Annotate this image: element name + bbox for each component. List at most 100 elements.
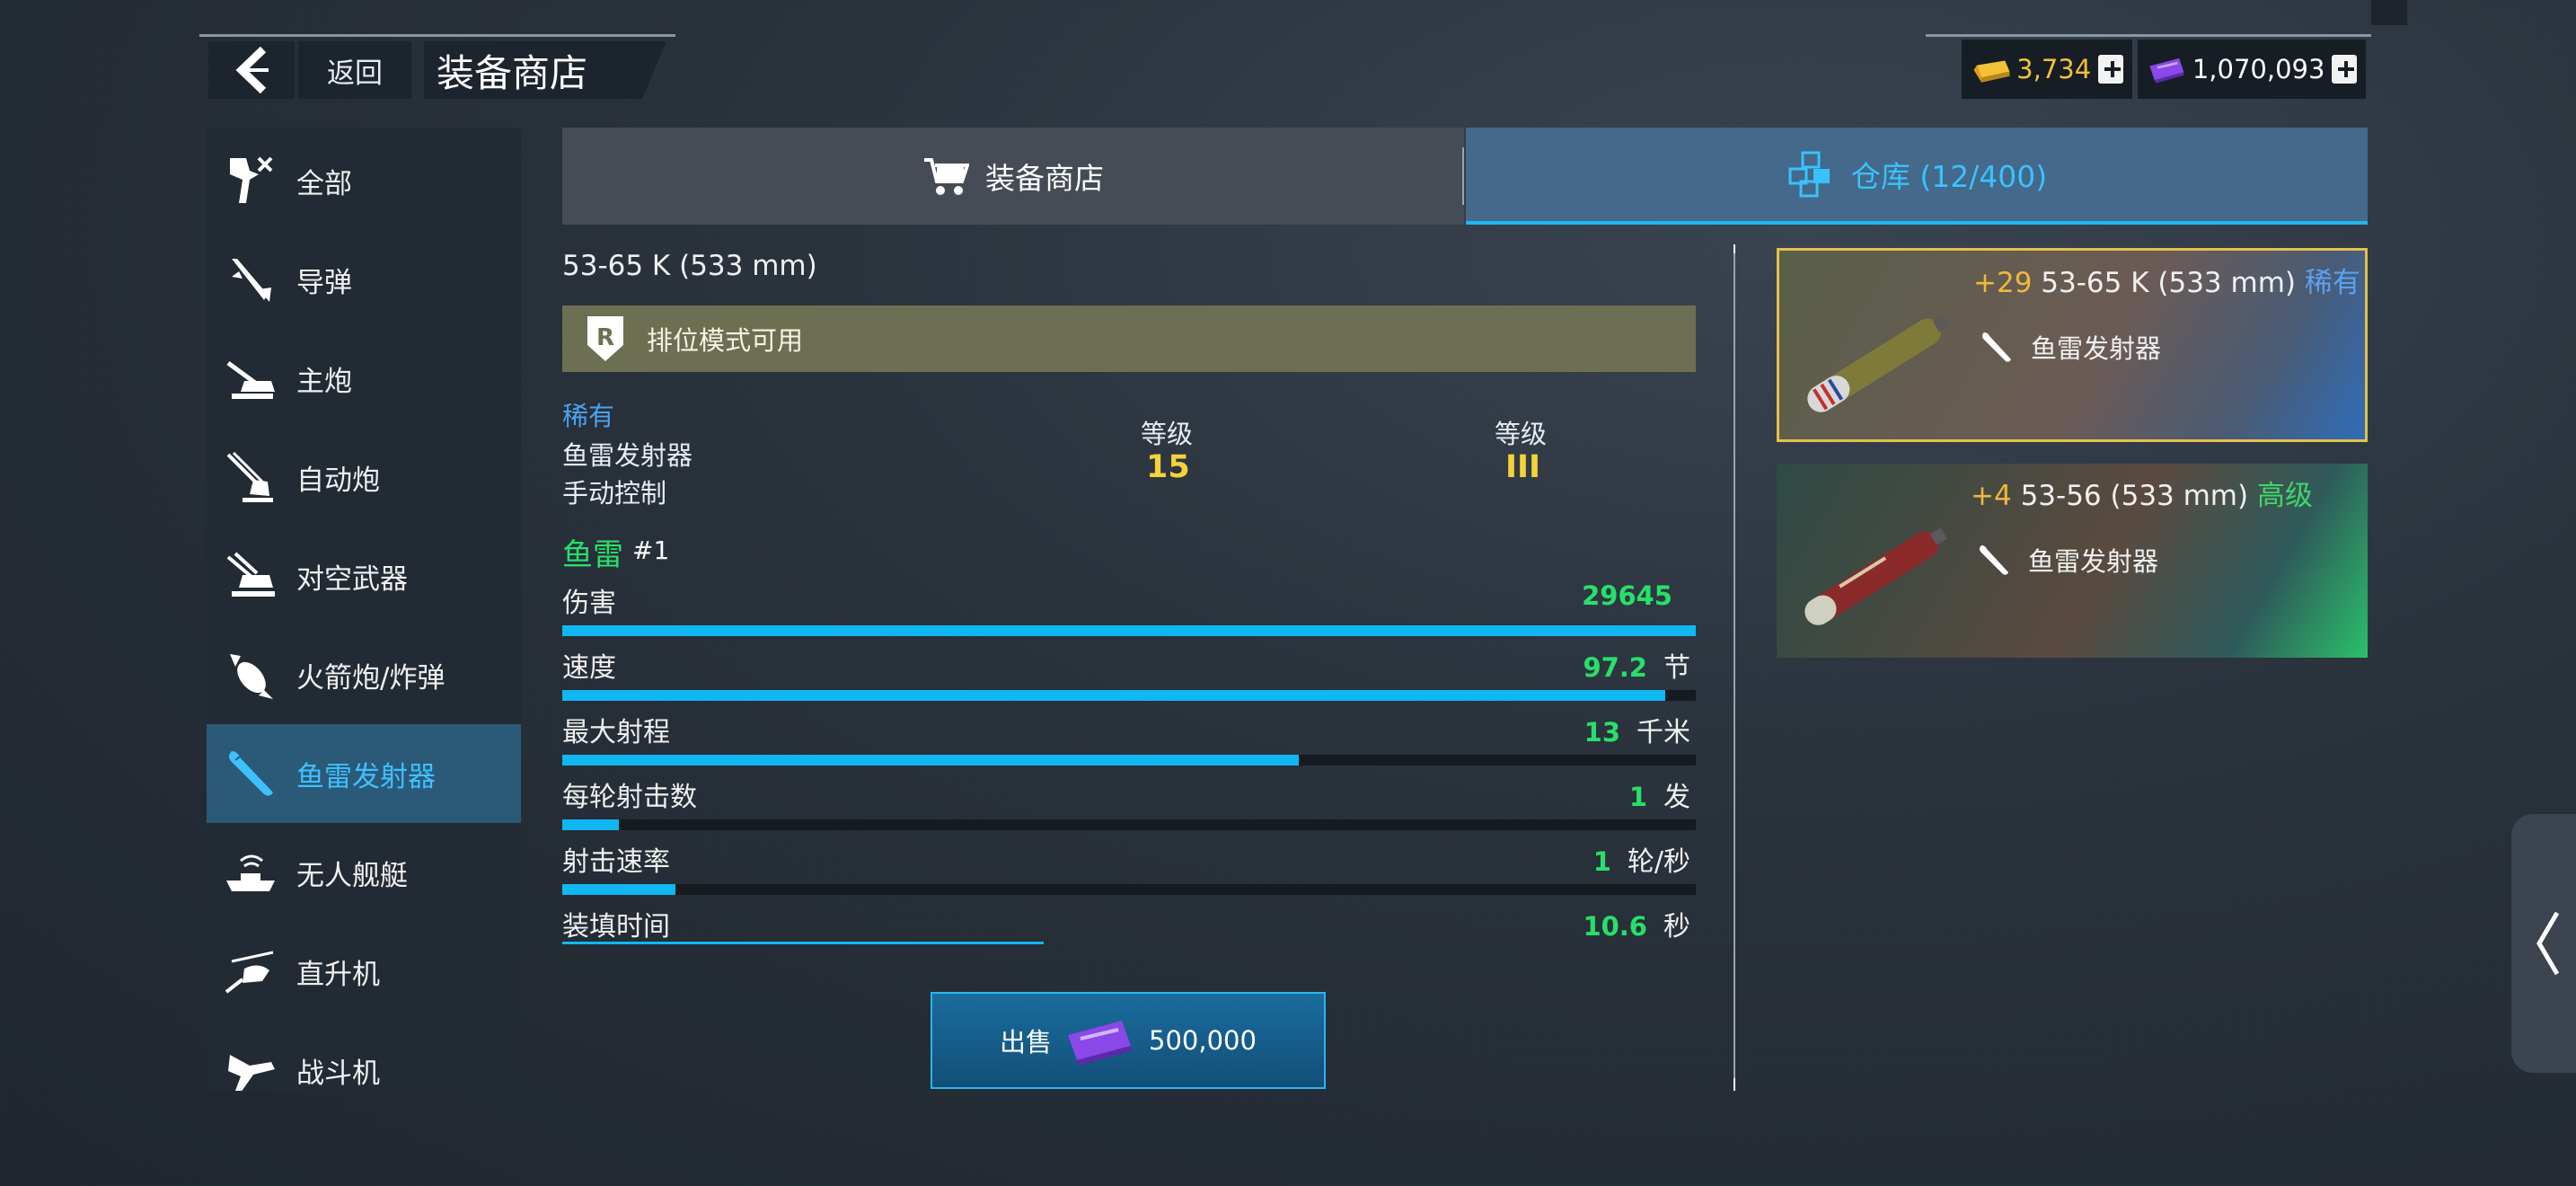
ranked-mode-banner: R 排位模式可用 — [562, 305, 1696, 372]
main-gun-icon — [226, 360, 275, 399]
chevron-left-icon — [2536, 911, 2560, 976]
stat-label: 射击速率 — [562, 846, 670, 878]
sidebar-item-label: 战斗机 — [296, 1057, 380, 1090]
stat-value-group: 97.2 节 — [1583, 645, 1690, 685]
control-mode: 手动控制 — [562, 478, 667, 509]
premium-amount: 1,070,093 — [2192, 54, 2325, 84]
level-value: 15 — [1146, 449, 1190, 485]
card-rarity: 高级 — [2256, 480, 2313, 512]
sidebar-item-drone-boat[interactable]: 无人舰艇 — [207, 823, 521, 922]
stat-bar-fill — [562, 942, 1045, 944]
stat-value: 97.2 — [1583, 652, 1647, 683]
helicopter-icon — [225, 951, 274, 994]
sidebar-item-label: 无人舰艇 — [296, 859, 408, 892]
stat-bar — [562, 690, 1696, 701]
sidebar-item-missile[interactable]: 导弹 — [207, 230, 521, 329]
sell-button[interactable]: 出售 500,000 — [931, 992, 1326, 1089]
side-drawer-handle[interactable] — [2511, 814, 2576, 1073]
back-label[interactable]: 返回 — [298, 41, 411, 99]
sidebar-item-label: 鱼雷发射器 — [296, 760, 436, 793]
sidebar-item-label: 直升机 — [296, 958, 380, 991]
all-icon — [230, 156, 273, 203]
level-label: 等级 — [1141, 419, 1194, 449]
stat-value-group: 1 轮/秒 — [1593, 839, 1690, 879]
tab-shop-label: 装备商店 — [985, 161, 1104, 196]
torpedo-type-icon — [1982, 332, 2011, 362]
sidebar-item-label: 自动炮 — [296, 464, 380, 497]
rarity-label: 稀有 — [562, 401, 615, 431]
sidebar-item-helicopter[interactable]: 直升机 — [207, 922, 521, 1021]
fighter-icon — [228, 1055, 275, 1091]
stat-bar-fill — [562, 625, 1696, 636]
card-item-name: 53-65 K (533 mm) — [2041, 267, 2297, 299]
sidebar-item-main-gun[interactable]: 主炮 — [207, 329, 521, 428]
tier-label: 等级 — [1495, 419, 1548, 449]
stat-label: 速度 — [562, 652, 616, 684]
inventory-card-selected[interactable]: +29 53-65 K (533 mm) 稀有 鱼雷发射器 — [1777, 248, 2368, 442]
tab-warehouse-label: 仓库 (12/400) — [1850, 159, 2048, 194]
stat-unit: 秒 — [1663, 911, 1690, 943]
sidebar-item-label: 对空武器 — [296, 562, 408, 596]
anti-air-icon — [226, 552, 275, 597]
stat-bar-fill — [562, 690, 1665, 701]
stat-label: 每轮射击数 — [562, 782, 697, 813]
stat-value-group: 29645 — [1582, 580, 1690, 611]
stat-value: 13 — [1584, 717, 1620, 748]
sidebar-item-label: 火箭炮/炸弹 — [296, 661, 446, 695]
stat-bar — [562, 819, 1696, 830]
divider-cap-top — [1734, 244, 1735, 253]
premium-currency: 1,070,093 — [2138, 40, 2366, 99]
add-gold-button[interactable] — [2098, 55, 2123, 84]
stat-unit: 轮/秒 — [1627, 846, 1690, 878]
autocannon-icon — [226, 451, 273, 502]
stat-value-group: 10.6 秒 — [1583, 904, 1690, 943]
card-title: +4 53-56 (533 mm) 高级 — [1971, 473, 2313, 513]
back-button[interactable] — [208, 41, 295, 99]
category-sidebar: 全部 导弹 主炮 自动炮 对空武器 火箭炮/炸弹 鱼雷发射器 无人舰艇 直升机 … — [207, 128, 521, 1091]
weapon-type: 鱼雷发射器 — [562, 440, 693, 471]
gold-bar-icon — [1973, 60, 2010, 83]
premium-ticket-icon — [2149, 58, 2184, 84]
sidebar-item-anti-air[interactable]: 对空武器 — [207, 527, 521, 625]
stat-unit: 节 — [1663, 652, 1690, 684]
stat-bar — [562, 625, 1696, 636]
sidebar-item-autocannon[interactable]: 自动炮 — [207, 428, 521, 527]
panel-divider — [1734, 248, 1735, 1087]
stat-value-group: 13 千米 — [1584, 710, 1690, 749]
ammo-index-text: #1 — [632, 535, 670, 565]
stat-value: 1 — [1628, 782, 1647, 812]
tier-value: III — [1505, 449, 1541, 485]
card-upgrade-level: +29 — [1973, 267, 2033, 299]
sidebar-item-fighter[interactable]: 战斗机 — [207, 1021, 521, 1091]
ranked-shield-icon: R — [587, 316, 623, 361]
gold-amount: 3,734 — [2016, 54, 2092, 84]
tab-shop[interactable]: 装备商店 — [562, 128, 1464, 225]
card-item-name: 53-56 (533 mm) — [2020, 480, 2249, 512]
sidebar-item-rocket-bomb[interactable]: 火箭炮/炸弹 — [207, 625, 521, 724]
inventory-card[interactable]: +4 53-56 (533 mm) 高级 鱼雷发射器 — [1777, 464, 2368, 658]
sidebar-item-torpedo[interactable]: 鱼雷发射器 — [207, 724, 521, 823]
tab-warehouse[interactable]: 仓库 (12/400) — [1466, 128, 2368, 225]
top-frame-line-right — [1926, 34, 2371, 37]
torpedo-icon — [229, 751, 273, 796]
stat-value: 10.6 — [1583, 911, 1647, 942]
card-type: 鱼雷发射器 — [1979, 328, 2161, 366]
stat-bar-fill — [562, 819, 620, 830]
stat-bar — [562, 942, 1696, 944]
add-premium-button[interactable] — [2332, 55, 2357, 84]
sidebar-item-all[interactable]: 全部 — [207, 131, 521, 230]
ranked-mode-text: 排位模式可用 — [647, 325, 804, 356]
top-frame-line — [199, 34, 675, 37]
stat-value-group: 1发 — [1629, 774, 1690, 814]
card-type-label: 鱼雷发射器 — [2028, 546, 2159, 577]
divider-cap-bottom — [1734, 1078, 1735, 1091]
card-title: +29 53-65 K (533 mm) 稀有 — [1973, 260, 2360, 300]
stat-unit: 千米 — [1636, 717, 1690, 748]
stat-label: 装填时间 — [562, 911, 670, 943]
drone-boat-icon — [226, 854, 275, 891]
stat-value: 1 — [1592, 846, 1611, 877]
sidebar-item-label: 主炮 — [296, 365, 352, 398]
gold-currency: 3,734 — [1962, 40, 2132, 99]
missile-icon — [232, 259, 271, 302]
sell-price: 500,000 — [1149, 1025, 1257, 1056]
